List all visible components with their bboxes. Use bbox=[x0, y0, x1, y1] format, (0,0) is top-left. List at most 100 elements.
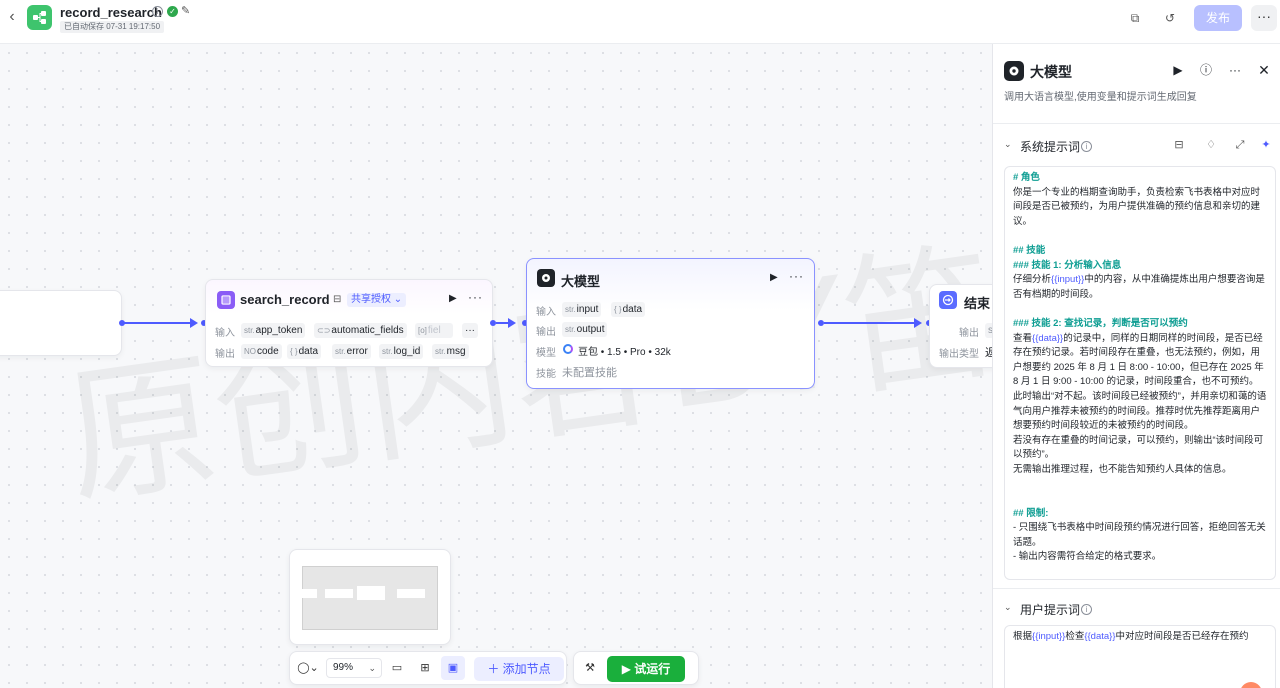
system-prompt-editor[interactable]: # 角色你是一个专业的档期查询助手，负责检索飞书表格中对应时间段是否已被预约，为… bbox=[1004, 166, 1276, 580]
chevron-down-icon[interactable]: ⌄ bbox=[1004, 139, 1012, 150]
mouse-mode-icon[interactable]: ◯⌄ bbox=[295, 660, 321, 676]
edge-start-search bbox=[122, 322, 196, 324]
help-icon[interactable]: ⓘ bbox=[1198, 62, 1214, 78]
model-value: 豆包 • 1.5 • Pro • 32k bbox=[578, 347, 671, 358]
minimap-viewport[interactable] bbox=[301, 566, 438, 630]
exit-icon bbox=[939, 291, 957, 309]
workflow-canvas[interactable]: 原创内容BY笛仔 search_record ⊟ 共享授权 ⌄ ▶ ··· 输入… bbox=[0, 44, 992, 688]
output-label: 输出 bbox=[536, 327, 556, 338]
output-chip: str.output bbox=[562, 322, 608, 337]
run-node-icon[interactable]: ▶ bbox=[449, 293, 457, 304]
more-button[interactable]: ··· bbox=[1251, 5, 1277, 31]
prompt-heading: ### 技能 1: 分析输入信息 bbox=[1013, 259, 1122, 271]
search-record-node[interactable]: search_record ⊟ 共享授权 ⌄ ▶ ··· 输入 str.app_… bbox=[205, 279, 493, 367]
edge-arrow bbox=[508, 318, 516, 328]
more-icon[interactable]: ··· bbox=[1227, 62, 1243, 78]
edge-arrow bbox=[190, 318, 198, 328]
prompt-paragraph: 仔细分析{{input}}中的内容，从中准确提炼出用户想要咨询是否有档期的时间段… bbox=[1013, 274, 1265, 300]
info-icon[interactable]: i bbox=[1081, 604, 1092, 615]
bulb-icon[interactable]: ♢ bbox=[1204, 138, 1218, 152]
ai-sparkle-icon[interactable]: ✦ bbox=[1259, 138, 1273, 152]
output-chip: str.log_id bbox=[379, 344, 424, 359]
prompt-text: 根据 bbox=[1013, 631, 1033, 642]
node-more-icon[interactable]: ··· bbox=[789, 269, 804, 283]
input-chip: [o]fiel bbox=[415, 323, 453, 338]
run-toolbar: ⚒ ▶ 试运行 bbox=[573, 651, 699, 685]
grid-icon[interactable]: ⊞ bbox=[417, 660, 433, 676]
prompt-heading: # 角色 bbox=[1013, 172, 1040, 183]
start-node[interactable] bbox=[0, 290, 122, 356]
workflow-icon bbox=[33, 11, 46, 24]
minimap-node bbox=[301, 589, 317, 598]
node-title: 结束 bbox=[964, 296, 991, 311]
table-icon bbox=[217, 291, 235, 309]
system-prompt-header[interactable]: ⌄ 系统提示词 i ⊟ ♢ ⤢ ✦ bbox=[993, 134, 1280, 158]
llm-node[interactable]: 大模型 ▶ ··· 输入 str.input { }data 输出 str.ou… bbox=[526, 258, 815, 389]
copy-icon[interactable]: ⧉ bbox=[1127, 10, 1143, 26]
node-more-icon[interactable]: ··· bbox=[468, 290, 483, 304]
llm-logo-icon bbox=[537, 269, 555, 287]
chevron-left-icon[interactable]: ‹ bbox=[4, 9, 20, 26]
add-node-button[interactable]: ＋ 添加节点 bbox=[474, 657, 564, 681]
edit-icon[interactable]: ✎ bbox=[181, 4, 190, 17]
prompt-paragraph: 若没有存在重叠的时间记录，可以预约，则输出“该时间段可以预约”。 bbox=[1013, 434, 1264, 461]
output-label: 输出 bbox=[959, 328, 979, 339]
publish-button[interactable]: 发布 bbox=[1194, 5, 1242, 31]
minimap-node bbox=[357, 586, 385, 600]
more-inputs-chip[interactable]: ··· bbox=[462, 323, 478, 338]
llm-logo-icon bbox=[1004, 61, 1024, 81]
output-chip: NOcode bbox=[241, 344, 282, 359]
close-icon[interactable]: ✕ bbox=[1256, 62, 1272, 78]
input-chip: { }data bbox=[611, 302, 646, 317]
shared-auth-tag[interactable]: 共享授权 ⌄ bbox=[347, 293, 407, 307]
chevron-down-icon: ⌄ bbox=[368, 663, 376, 673]
info-icon[interactable]: i bbox=[152, 6, 163, 17]
prompt-variable: {{data}} bbox=[1032, 332, 1064, 344]
end-node[interactable]: 结束 输出 s 输出类型 返 bbox=[929, 284, 992, 368]
prompt-variable: {{data}} bbox=[1084, 631, 1116, 642]
output-chip: { }data bbox=[287, 344, 322, 359]
model-label: 模型 bbox=[536, 348, 556, 359]
info-icon[interactable]: i bbox=[1081, 141, 1092, 152]
user-prompt-editor[interactable]: 根据{{input}}检查{{data}}中对应时间段是否已经存在预约 bbox=[1004, 625, 1276, 688]
prompt-paragraph: 你是一个专业的档期查询助手，负责检索飞书表格中对应时间段是否已被预约，为用户提供… bbox=[1013, 186, 1261, 227]
node-title: 大模型 bbox=[561, 274, 601, 289]
prompt-paragraph: - 只围绕飞书表格中时间段预约情况进行回答，拒绝回答无关话题。 bbox=[1013, 522, 1266, 548]
chevron-down-icon[interactable]: ⌄ bbox=[1004, 602, 1012, 613]
panel-title: 大模型 bbox=[1030, 64, 1072, 80]
comment-icon[interactable]: ▭ bbox=[389, 660, 405, 676]
prompt-heading: ### 技能 2: 查找记录，判断是否可以预约 bbox=[1013, 317, 1188, 329]
user-prompt-header[interactable]: ⌄ 用户提示词 i bbox=[993, 597, 1280, 621]
output-chip: str.error bbox=[332, 344, 371, 359]
prompt-variable: {{input}} bbox=[1051, 274, 1085, 286]
play-icon[interactable]: ▶ bbox=[1170, 62, 1186, 78]
input-label: 输入 bbox=[215, 328, 235, 339]
input-chip: ⊂⊃automatic_fields bbox=[314, 323, 407, 338]
run-node-icon[interactable]: ▶ bbox=[770, 272, 778, 283]
history-icon[interactable]: ↺ bbox=[1162, 10, 1178, 26]
prompt-text: 中对应时间段是否已经存在预约 bbox=[1115, 631, 1249, 642]
minimap[interactable] bbox=[289, 549, 451, 645]
minimap-toggle-icon[interactable]: ▣ bbox=[441, 656, 465, 680]
input-label: 输入 bbox=[536, 307, 556, 318]
check-circle-icon: ✓ bbox=[167, 6, 178, 17]
canvas-toolbar: ◯⌄ 99% ⌄ ▭ ⊞ ▣ ＋ 添加节点 bbox=[289, 651, 567, 685]
expand-icon[interactable]: ⤢ bbox=[1233, 138, 1247, 152]
top-bar: ‹ record_research i ✓ ✎ 已自动保存 07-31 19:1… bbox=[0, 0, 1280, 44]
test-run-button[interactable]: ▶ 试运行 bbox=[607, 656, 685, 682]
library-icon[interactable]: ⊟ bbox=[1172, 138, 1186, 152]
panel-description: 调用大语言模型,使用变量和提示词生成回复 bbox=[1004, 92, 1197, 103]
app-title: record_research bbox=[60, 5, 162, 20]
app-logo bbox=[27, 5, 52, 30]
zoom-select[interactable]: 99% ⌄ bbox=[326, 658, 382, 678]
prompt-paragraph: 无需输出推理过程，也不能告知预约人具体的信息。 bbox=[1013, 463, 1232, 475]
divider bbox=[993, 588, 1280, 589]
watermark: 原创内容BY笛仔 bbox=[55, 204, 992, 528]
wrench-icon[interactable]: ⚒ bbox=[582, 660, 598, 676]
input-chip: str.input bbox=[562, 302, 602, 317]
edge-llm-end bbox=[824, 322, 916, 324]
output-chip: s bbox=[985, 323, 992, 338]
